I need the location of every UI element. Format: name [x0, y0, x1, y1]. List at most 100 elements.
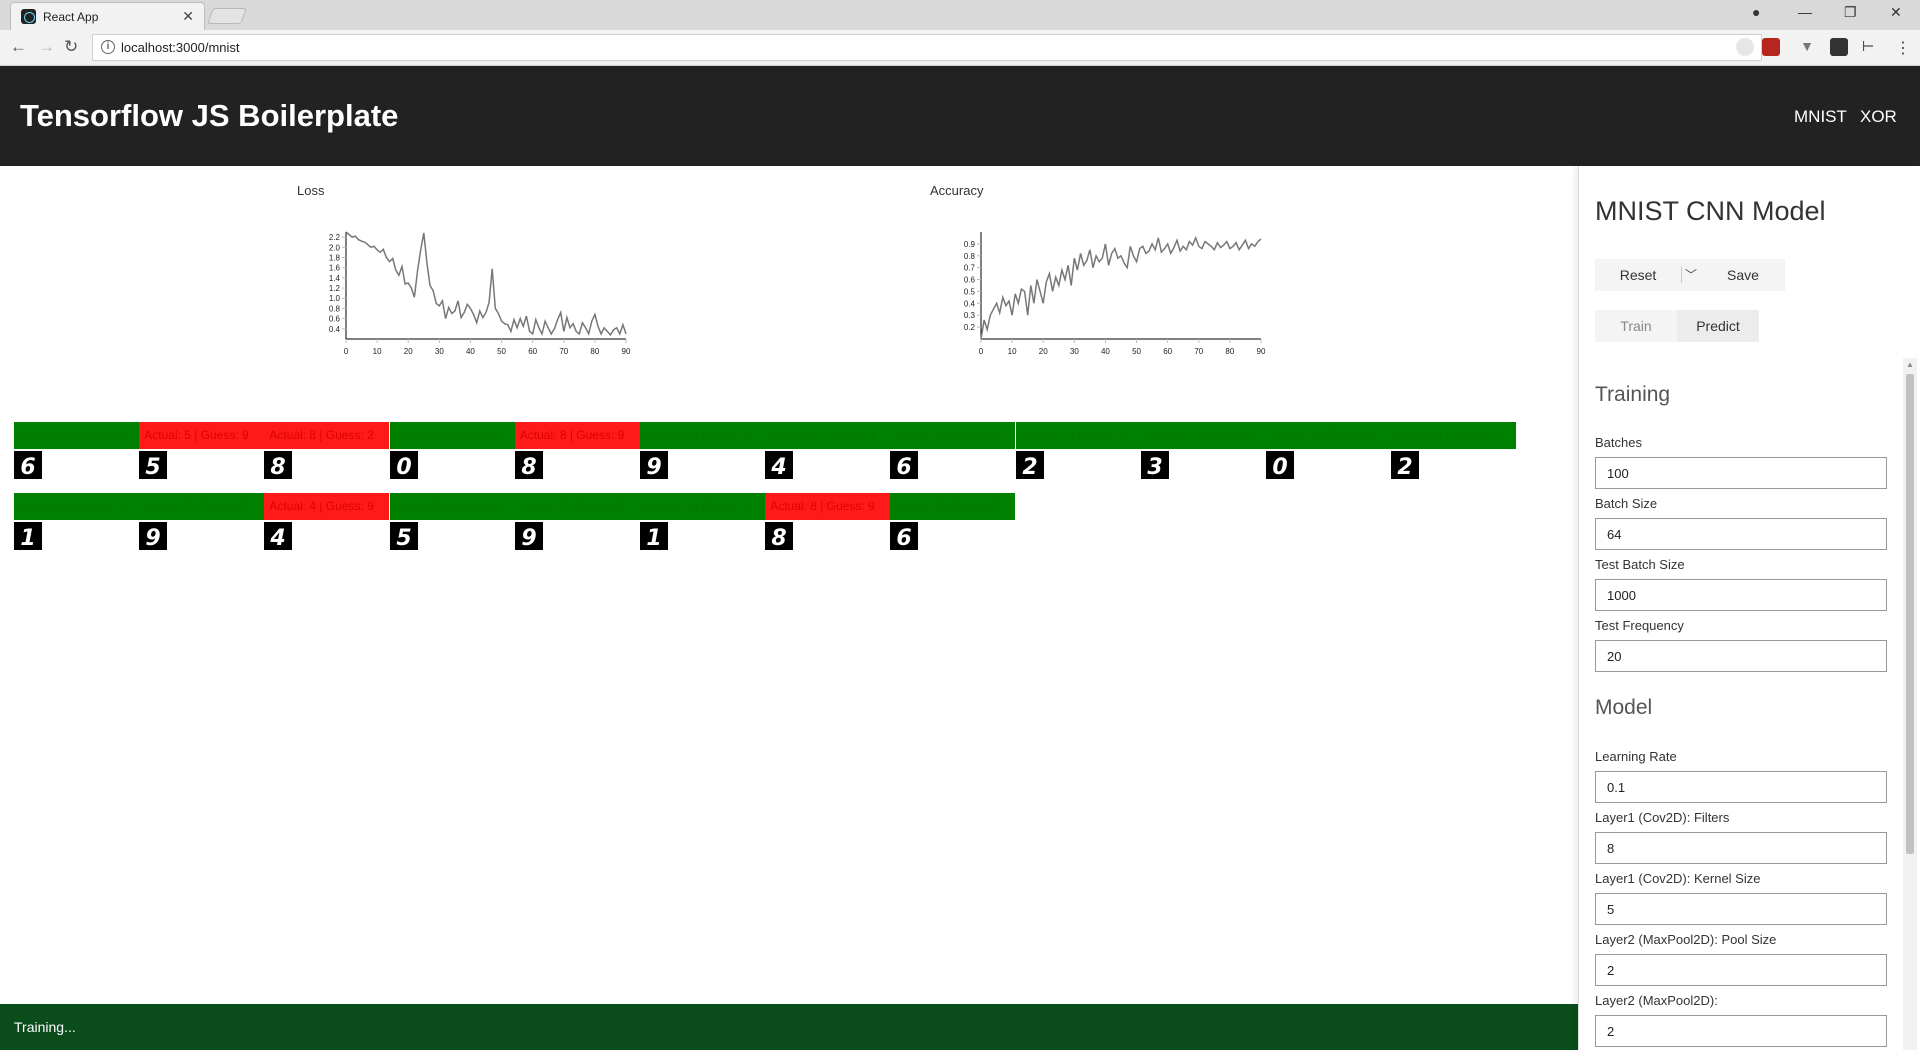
prediction-item: Actual: 6 | Guess: 6 6	[890, 422, 1016, 480]
prediction-item: Actual: 8 | Guess: 9 8	[514, 422, 640, 480]
train-button[interactable]: Train	[1595, 310, 1677, 342]
back-icon[interactable]: ←	[10, 37, 27, 57]
digit-image: 1	[640, 522, 668, 551]
x-tick-label: 20	[1039, 347, 1048, 356]
x-tick-label: 90	[622, 347, 631, 356]
x-tick-label: 10	[373, 347, 382, 356]
main-content: Loss 0 10 20 30 40 50 60 70 80 90 2.2 2.0 1.8 1.6 1.4 1…	[0, 166, 1578, 1004]
extension-icon[interactable]	[1736, 38, 1754, 56]
y-tick-label: 1.8	[329, 253, 341, 262]
prediction-item: Actual: 5 | Guess: 5 5	[389, 493, 515, 551]
digit-glyph: 1	[646, 526, 661, 550]
status-bar: Training...	[0, 1004, 1578, 1050]
chevron-down-icon[interactable]: ﹀	[1681, 259, 1701, 291]
scrollbar-thumb[interactable]	[1906, 374, 1914, 854]
digit-glyph: 1	[20, 526, 35, 550]
y-tick-label: 0.4	[964, 299, 976, 308]
test-frequency-input[interactable]	[1595, 640, 1887, 672]
digit-glyph: 9	[521, 526, 536, 550]
x-tick-label: 80	[590, 347, 599, 356]
prediction-item: Actual: 6 | Guess: 6 6	[890, 493, 1016, 551]
batches-input[interactable]	[1595, 457, 1887, 489]
extension-icon[interactable]	[1762, 38, 1780, 56]
extension-icon[interactable]	[1830, 38, 1848, 56]
prediction-item: Actual: 2 | Guess: 2 2	[1015, 422, 1141, 480]
y-tick-label: 2.2	[329, 233, 341, 242]
prediction-item: Actual: 1 | Guess: 1 1	[14, 493, 139, 551]
app-header: Tensorflow JS Boilerplate MNIST XOR	[0, 66, 1920, 166]
close-window-icon[interactable]: ✕	[1890, 4, 1902, 21]
digit-image: 0	[1266, 451, 1294, 480]
digit-glyph: 6	[897, 526, 912, 550]
predict-button[interactable]: Predict	[1677, 310, 1759, 342]
learning-rate-label: Learning Rate	[1595, 749, 1677, 764]
reset-button[interactable]: Reset	[1595, 259, 1681, 291]
loss-chart: 0 10 20 30 40 50 60 70 80 90 2.22.01.8 1.61.41.21.0…	[329, 231, 631, 356]
vue-devtools-icon[interactable]: ▼	[1798, 38, 1816, 56]
layer2-pool-size-input[interactable]	[1595, 954, 1887, 986]
prediction-label: Actual: 2 | Guess: 2	[1015, 422, 1141, 449]
restore-icon[interactable]: ❐	[1844, 4, 1857, 21]
x-tick-label: 60	[1163, 347, 1172, 356]
test-batch-size-input[interactable]	[1595, 579, 1887, 611]
x-tick-label: 40	[466, 347, 475, 356]
prediction-item: Actual: 8 | Guess: 2 8	[264, 422, 390, 480]
accuracy-chart: 0 10 20 30 40 50 60 70 80 90 0.9 0.8 0.7 0.6 0.5 0.4 0.3…	[964, 232, 1266, 356]
forward-icon[interactable]: →	[38, 37, 55, 57]
y-tick-label: 2.0	[329, 243, 341, 252]
learning-rate-input[interactable]	[1595, 771, 1887, 803]
prediction-label: Actual: 9 | Guess: 9	[514, 493, 640, 520]
prediction-label: Actual: 4 | Guess: 9	[264, 493, 390, 520]
prediction-label: Actual: 8 | Guess: 2	[264, 422, 390, 449]
x-tick-label: 80	[1225, 347, 1234, 356]
test-frequency-label: Test Frequency	[1595, 618, 1684, 633]
browser-toolbar: ← → ↻ i localhost:3000/mnist ☆ ▼ ⊢ ⋮	[0, 30, 1920, 66]
x-tick-label: 30	[435, 347, 444, 356]
new-tab-button[interactable]	[207, 8, 247, 24]
digit-glyph: 4	[270, 526, 286, 550]
series-line	[980, 235, 1262, 340]
batch-size-label: Batch Size	[1595, 496, 1658, 511]
save-button[interactable]: Save	[1701, 259, 1785, 291]
prediction-item: Actual: 0 | Guess: 0 0	[1266, 422, 1391, 480]
prediction-label: Actual: 5 | Guess: 9	[139, 422, 265, 449]
nav-link-xor[interactable]: XOR	[1860, 107, 1897, 127]
prediction-label: Actual: 5 | Guess: 5	[389, 493, 515, 520]
browser-tab[interactable]: React App ✕	[10, 2, 205, 30]
layer2-strides-input[interactable]	[1595, 1015, 1887, 1047]
y-tick-label: 0.2	[964, 323, 976, 332]
digit-image: 4	[264, 522, 293, 551]
menu-icon[interactable]: ⋮	[1894, 38, 1912, 57]
profile-icon[interactable]: ●	[1752, 4, 1760, 20]
reload-icon[interactable]: ↻	[64, 37, 78, 57]
digit-glyph: 2	[1398, 455, 1413, 479]
digit-glyph: 9	[646, 455, 661, 479]
panel-scrollbar[interactable]: ▲	[1903, 358, 1917, 1050]
prediction-item: Actual: 8 | Guess: 9 8	[765, 493, 891, 551]
batch-size-input[interactable]	[1595, 518, 1887, 550]
minimize-icon[interactable]: —	[1798, 4, 1812, 20]
training-section-title: Training	[1595, 383, 1671, 406]
digit-glyph: 6	[897, 455, 912, 479]
address-bar[interactable]: i localhost:3000/mnist ☆	[92, 34, 1762, 61]
info-icon[interactable]: i	[101, 40, 115, 54]
x-tick-label: 90	[1257, 347, 1266, 356]
scroll-up-icon[interactable]: ▲	[1906, 360, 1914, 369]
digit-image: 2	[1015, 451, 1044, 480]
nav-link-mnist[interactable]: MNIST	[1794, 107, 1847, 127]
close-tab-icon[interactable]: ✕	[182, 8, 194, 25]
digit-image: 4	[765, 451, 794, 480]
layer1-filters-input[interactable]	[1595, 832, 1887, 864]
extension-icon[interactable]: ⊢	[1862, 38, 1880, 56]
browser-tabstrip: React App ✕ ● — ❐ ✕	[0, 0, 1920, 30]
y-tick-label: 0.5	[964, 287, 976, 296]
prediction-label: Actual: 9 | Guess: 9	[139, 493, 265, 520]
y-tick-label: 0.8	[964, 252, 976, 261]
prediction-label: Actual: 8 | Guess: 9	[514, 422, 640, 449]
digit-glyph: 0	[396, 455, 411, 479]
digit-image: 5	[139, 451, 168, 480]
layer2-pool-size-label: Layer2 (MaxPool2D): Pool Size	[1595, 932, 1777, 947]
y-tick-label: 0.4	[329, 325, 341, 334]
x-tick-label: 40	[1101, 347, 1110, 356]
layer1-kernel-size-input[interactable]	[1595, 893, 1887, 925]
